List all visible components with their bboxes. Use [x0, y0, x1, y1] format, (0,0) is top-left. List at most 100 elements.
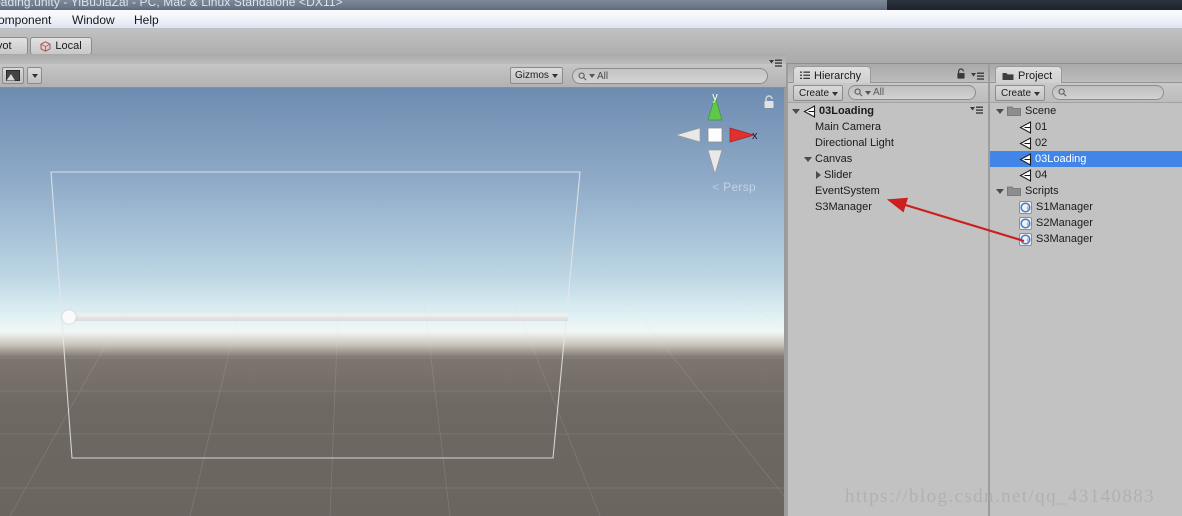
- unity-scene-icon: [1019, 152, 1032, 166]
- project-row-02[interactable]: 02: [990, 135, 1182, 151]
- project-create-button[interactable]: Create: [995, 85, 1046, 101]
- tree-row-label: Main Camera: [815, 121, 882, 133]
- twisty-expanded-icon[interactable]: [996, 188, 1004, 194]
- pivot-label: ivot: [0, 40, 12, 52]
- folder-icon: [1007, 106, 1021, 116]
- pivot-toggle-button[interactable]: ivot: [0, 37, 28, 55]
- hierarchy-row-03loading[interactable]: 03Loading: [788, 103, 988, 119]
- hierarchy-row-s3manager[interactable]: S3Manager: [788, 199, 988, 215]
- axis-x-label: x: [752, 130, 758, 142]
- project-row-scripts[interactable]: Scripts: [990, 183, 1182, 199]
- scene-options-menu[interactable]: [769, 55, 782, 73]
- unity-editor-window: oading.unity - YiBuJiaZai - PC, Mac & Li…: [0, 0, 1182, 516]
- menu-window[interactable]: Window: [68, 12, 119, 28]
- hierarchy-panel: Hierarchy Create All 03Loading Main Came…: [788, 64, 988, 516]
- project-row-s2manager[interactable]: # S2Manager: [990, 215, 1182, 231]
- draw-mode-dropdown[interactable]: [2, 67, 24, 84]
- twisty-expanded-icon[interactable]: [996, 108, 1004, 114]
- draw-mode-caret-button[interactable]: [27, 67, 42, 84]
- hierarchy-create-button[interactable]: Create: [793, 85, 844, 101]
- project-row-01[interactable]: 01: [990, 119, 1182, 135]
- local-label: Local: [55, 40, 82, 52]
- slider-handle[interactable]: [62, 310, 76, 324]
- folder-icon: [1002, 72, 1014, 80]
- tree-row-label: Scripts: [1025, 185, 1059, 197]
- hierarchy-tree[interactable]: 03Loading Main Camera Directional Light Can…: [788, 103, 988, 516]
- chevron-down-icon: [31, 73, 38, 78]
- project-toolbar: Create: [990, 83, 1182, 120]
- project-tree[interactable]: Scene 01 02 03Loading 04 Scripts # S1Manager # S2…: [990, 103, 1182, 516]
- scene-viewport[interactable]: y x < Persp: [0, 88, 786, 516]
- unity-scene-icon: [1019, 136, 1032, 150]
- search-icon: [854, 88, 863, 97]
- chevron-down-icon: [551, 73, 558, 78]
- folder-icon: [1007, 186, 1021, 196]
- scene-search-placeholder: All: [597, 70, 609, 82]
- cube-icon: [40, 40, 51, 52]
- hierarchy-search-placeholder: All: [873, 87, 885, 98]
- project-create-label: Create: [1001, 87, 1032, 99]
- lock-icon[interactable]: [762, 94, 776, 110]
- scene-search-field[interactable]: All: [572, 68, 768, 84]
- local-toggle-button[interactable]: Local: [30, 37, 92, 55]
- project-search-field[interactable]: [1052, 85, 1164, 100]
- tree-row-label: Scene: [1025, 105, 1057, 117]
- hierarchy-row-directional-light[interactable]: Directional Light: [788, 135, 988, 151]
- project-row-03loading[interactable]: 03Loading: [990, 151, 1182, 167]
- scene-view-toolbar: Gizmos All: [0, 59, 786, 88]
- scene-view-panel: Gizmos All y x < Persp: [0, 54, 786, 516]
- search-icon: [1058, 88, 1067, 97]
- tree-row-label: Canvas: [815, 153, 853, 165]
- tree-row-label: S2Manager: [1036, 217, 1093, 229]
- hierarchy-row-slider[interactable]: Slider: [788, 167, 988, 183]
- hierarchy-search-field[interactable]: All: [848, 85, 976, 100]
- hierarchy-row-main-camera[interactable]: Main Camera: [788, 119, 988, 135]
- axis-y-label: y: [712, 92, 718, 103]
- unity-scene-icon: [803, 104, 816, 118]
- project-row-s3manager[interactable]: # S3Manager: [990, 231, 1182, 247]
- tree-row-label: S3Manager: [815, 201, 872, 213]
- unity-scene-icon: [1019, 168, 1032, 182]
- hierarchy-row-eventsystem[interactable]: EventSystem: [788, 183, 988, 199]
- csharp-script-icon: #: [1019, 200, 1032, 214]
- csharp-script-icon: #: [1019, 216, 1032, 230]
- tab-hierarchy-label: Hierarchy: [814, 69, 862, 82]
- canvas-gizmo-outline: [50, 171, 581, 459]
- title-bar-dark-region: [887, 0, 1182, 10]
- twisty-collapsed-icon[interactable]: [816, 171, 821, 179]
- row-options-menu[interactable]: [970, 106, 983, 118]
- project-panel: Project Create Scene 01 02 03Loading 04 Scrip…: [990, 64, 1182, 516]
- tree-row-label: 04: [1035, 169, 1048, 181]
- tab-project-label: Project: [1018, 69, 1053, 82]
- slider-fill-track: [68, 314, 568, 321]
- scene-axis-gizmo[interactable]: y x: [672, 92, 758, 178]
- project-row-04[interactable]: 04: [990, 167, 1182, 183]
- hierarchy-row-canvas[interactable]: Canvas: [788, 151, 988, 167]
- search-scope-caret-icon: [865, 90, 871, 95]
- project-row-scene[interactable]: Scene: [990, 103, 1182, 119]
- gizmos-label: Gizmos: [515, 70, 549, 81]
- hierarchy-create-label: Create: [799, 87, 830, 99]
- chevron-down-icon: [1034, 92, 1041, 96]
- window-title: oading.unity - YiBuJiaZai - PC, Mac & Li…: [0, 0, 343, 9]
- unity-scene-icon: [1019, 120, 1032, 134]
- tab-hierarchy[interactable]: Hierarchy: [793, 66, 872, 84]
- twisty-expanded-icon[interactable]: [804, 156, 812, 162]
- search-icon: [578, 72, 587, 81]
- twisty-expanded-icon[interactable]: [792, 108, 800, 114]
- tab-project[interactable]: Project: [995, 66, 1063, 84]
- search-scope-caret-icon: [589, 74, 595, 78]
- tree-row-label: 03Loading: [819, 105, 875, 117]
- menu-help[interactable]: Help: [130, 12, 163, 28]
- tree-row-label: S1Manager: [1036, 201, 1093, 213]
- menu-bar: omponent Window Help: [0, 10, 1182, 29]
- hierarchy-toolbar: Create All: [788, 83, 988, 103]
- tree-row-label: Directional Light: [815, 137, 894, 149]
- csharp-script-icon: #: [1019, 232, 1032, 246]
- projection-mode-label[interactable]: < Persp: [712, 180, 756, 194]
- project-row-s1manager[interactable]: # S1Manager: [990, 199, 1182, 215]
- menu-component[interactable]: omponent: [0, 12, 55, 28]
- tree-row-label: EventSystem: [815, 185, 880, 197]
- tree-row-label: 03Loading: [1035, 153, 1087, 165]
- gizmos-dropdown[interactable]: Gizmos: [510, 67, 563, 84]
